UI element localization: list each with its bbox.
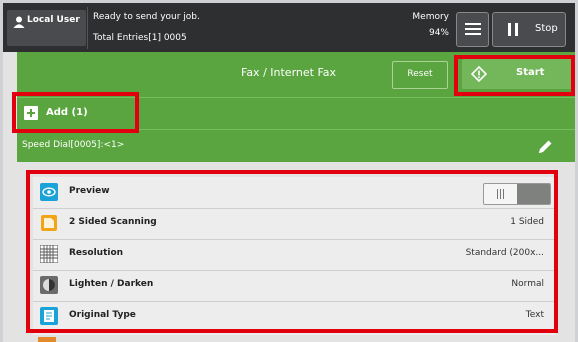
user-icon (13, 16, 25, 28)
next-row-icon (38, 337, 56, 342)
settings-highlight (26, 170, 558, 333)
total-entries: Total Entries[1] 0005 (93, 33, 187, 43)
divider (87, 7, 88, 49)
speed-dial-entry: Speed Dial[0005]:<1> (22, 140, 125, 150)
local-user-button[interactable]: Local User (7, 10, 86, 46)
reset-button[interactable]: Reset (392, 61, 448, 89)
status-message: Ready to send your job. (93, 12, 200, 22)
pause-icon (507, 23, 519, 36)
menu-button[interactable] (456, 12, 489, 47)
add-highlight (12, 92, 139, 133)
stop-label: Stop (535, 23, 558, 34)
page-title: Fax / Internet Fax (241, 66, 337, 79)
speed-dial-row[interactable]: Speed Dial[0005]:<1> (17, 129, 575, 162)
status-bar: Local User Ready to send your job. Total… (3, 3, 575, 52)
start-highlight (454, 55, 575, 96)
memory-label: Memory (412, 12, 449, 22)
reset-label: Reset (407, 69, 433, 79)
memory-value: 94% (428, 28, 449, 38)
pencil-icon[interactable] (536, 138, 554, 156)
stop-button[interactable]: Stop (492, 12, 566, 47)
user-label: Local User (27, 15, 80, 25)
